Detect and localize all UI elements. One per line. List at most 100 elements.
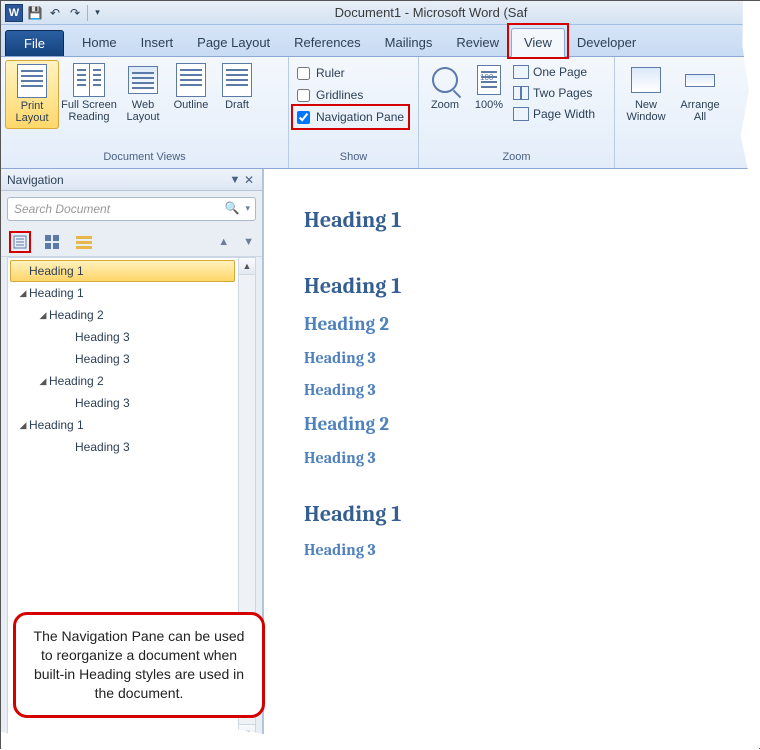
group-document-views: Print Layout Full Screen Reading Web Lay… xyxy=(1,57,289,168)
gridlines-checkbox[interactable] xyxy=(297,89,310,102)
tree-node-label: Heading 2 xyxy=(49,308,104,322)
gridlines-checkbox-row[interactable]: Gridlines xyxy=(293,84,408,106)
search-icon[interactable]: 🔍 xyxy=(225,201,240,215)
document-heading[interactable]: Heading 2 xyxy=(304,313,749,335)
tree-node-label: Heading 3 xyxy=(75,330,130,344)
outline-icon xyxy=(175,64,207,96)
document-area[interactable]: Heading 1 Heading 1 Heading 2 Heading 3 Head… xyxy=(263,169,759,748)
navigation-pane-checkbox[interactable] xyxy=(297,111,310,124)
document-heading[interactable]: Heading 1 xyxy=(304,273,749,299)
word-window: W 💾 ↶ ↷ ▾ Document1 - Microsoft Word (Sa… xyxy=(0,0,760,749)
document-heading[interactable]: Heading 1 xyxy=(304,501,749,527)
arrange-all-button[interactable]: Arrange All xyxy=(673,60,727,127)
tree-node-label: Heading 3 xyxy=(75,440,130,454)
group-zoom: Zoom 100 100% One Page Two Pages Page Wi… xyxy=(419,57,615,168)
qat-more-icon[interactable]: ▾ xyxy=(87,5,103,21)
page-width-icon xyxy=(513,107,529,121)
new-window-button[interactable]: New Window xyxy=(619,60,673,127)
ruler-checkbox-row[interactable]: Ruler xyxy=(293,62,408,84)
save-icon[interactable]: 💾 xyxy=(27,5,43,21)
zoom-100-button[interactable]: 100 100% xyxy=(467,60,511,115)
tree-node[interactable]: Heading 3 xyxy=(10,392,235,414)
nav-prev-icon[interactable]: ▲ xyxy=(218,236,229,248)
tree-node[interactable]: Heading 3 xyxy=(10,326,235,348)
full-screen-reading-label: Full Screen Reading xyxy=(61,99,117,123)
scroll-up-icon[interactable]: ▲ xyxy=(239,258,255,275)
tree-node[interactable]: Heading 3 xyxy=(10,348,235,370)
new-window-icon xyxy=(630,64,662,96)
print-layout-button[interactable]: Print Layout xyxy=(5,60,59,129)
title-bar: W 💾 ↶ ↷ ▾ Document1 - Microsoft Word (Sa… xyxy=(1,1,759,25)
navigation-pane-label: Navigation Pane xyxy=(316,110,404,124)
group-label-zoom: Zoom xyxy=(423,150,610,165)
tab-page-layout[interactable]: Page Layout xyxy=(185,29,282,56)
browse-results-button[interactable] xyxy=(73,231,95,253)
page-width-button[interactable]: Page Width xyxy=(513,104,595,124)
two-pages-button[interactable]: Two Pages xyxy=(513,83,595,103)
undo-icon[interactable]: ↶ xyxy=(47,5,63,21)
tree-node[interactable]: ◢Heading 1 xyxy=(10,414,235,436)
tree-node[interactable]: ◢Heading 2 xyxy=(10,304,235,326)
draft-button[interactable]: Draft xyxy=(215,60,259,115)
document-heading[interactable]: Heading 1 xyxy=(304,207,749,233)
document-heading[interactable]: Heading 3 xyxy=(304,349,749,367)
document-heading[interactable]: Heading 3 xyxy=(304,449,749,467)
print-layout-label: Print Layout xyxy=(8,100,56,124)
word-app-icon: W xyxy=(5,4,23,22)
expander-icon[interactable]: ◢ xyxy=(17,420,29,431)
tree-node-label: Heading 1 xyxy=(29,418,84,432)
expander-icon[interactable]: ◢ xyxy=(17,288,29,299)
tree-node[interactable]: ◢Heading 1 xyxy=(10,282,235,304)
tab-review[interactable]: Review xyxy=(444,29,511,56)
full-screen-reading-icon xyxy=(73,64,105,96)
tab-references[interactable]: References xyxy=(282,29,372,56)
navpane-view-switcher: ▲ ▼ xyxy=(1,227,262,257)
two-pages-label: Two Pages xyxy=(533,86,592,100)
draft-label: Draft xyxy=(225,99,249,111)
draft-icon xyxy=(221,64,253,96)
navigation-pane-checkbox-row[interactable]: Navigation Pane xyxy=(293,106,408,128)
document-heading[interactable]: Heading 3 xyxy=(304,381,749,399)
expander-icon[interactable]: ◢ xyxy=(37,310,49,321)
group-label-document-views: Document Views xyxy=(5,150,284,165)
nav-next-icon[interactable]: ▼ xyxy=(243,236,254,248)
tab-home[interactable]: Home xyxy=(70,29,129,56)
one-page-label: One Page xyxy=(533,65,587,79)
document-heading[interactable]: Heading 2 xyxy=(304,413,749,435)
redo-icon[interactable]: ↷ xyxy=(67,5,83,21)
zoom-button[interactable]: Zoom xyxy=(423,60,467,115)
web-layout-button[interactable]: Web Layout xyxy=(119,60,167,127)
web-layout-label: Web Layout xyxy=(121,99,165,123)
document-heading[interactable]: Heading 3 xyxy=(304,541,749,559)
group-label-show: Show xyxy=(293,150,414,165)
page-width-label: Page Width xyxy=(533,107,595,121)
search-wrap: 🔍 ▾ xyxy=(1,191,262,227)
ruler-checkbox[interactable] xyxy=(297,67,310,80)
tab-insert[interactable]: Insert xyxy=(129,29,186,56)
browse-pages-button[interactable] xyxy=(41,231,63,253)
navpane-close-icon[interactable]: ✕ xyxy=(242,173,256,187)
navigation-pane-title: Navigation xyxy=(7,173,64,187)
new-window-label: New Window xyxy=(621,99,671,123)
one-page-button[interactable]: One Page xyxy=(513,62,595,82)
expander-icon[interactable]: ◢ xyxy=(37,376,49,387)
search-input[interactable] xyxy=(7,197,256,221)
outline-button[interactable]: Outline xyxy=(167,60,215,115)
group-show: Ruler Gridlines Navigation Pane Show xyxy=(289,57,419,168)
browse-headings-button[interactable] xyxy=(9,231,31,253)
zoom-100-label: 100% xyxy=(475,99,503,111)
tree-node[interactable]: Heading 3 xyxy=(10,436,235,458)
navpane-dropdown-icon[interactable]: ▼ xyxy=(228,174,242,186)
tab-file[interactable]: File xyxy=(5,30,64,56)
tab-mailings[interactable]: Mailings xyxy=(373,29,445,56)
full-screen-reading-button[interactable]: Full Screen Reading xyxy=(59,60,119,127)
navigation-pane-header: Navigation ▼ ✕ xyxy=(1,169,262,191)
tab-developer[interactable]: Developer xyxy=(565,29,648,56)
print-layout-icon xyxy=(16,65,48,97)
arrange-all-label: Arrange All xyxy=(675,99,725,123)
tree-node-label: Heading 1 xyxy=(29,264,84,278)
search-dropdown-icon[interactable]: ▾ xyxy=(245,203,250,214)
tree-node[interactable]: ◢Heading 2 xyxy=(10,370,235,392)
tree-node[interactable]: Heading 1 xyxy=(10,260,235,282)
tab-view[interactable]: View xyxy=(511,28,565,57)
